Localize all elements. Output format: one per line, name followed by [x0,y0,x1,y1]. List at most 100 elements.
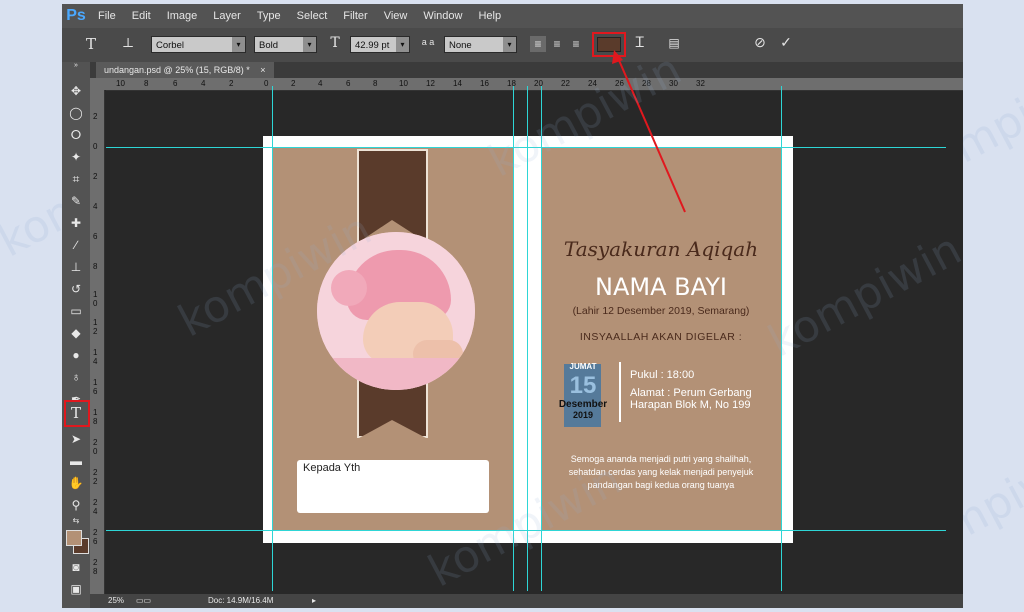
brush-tool-icon[interactable]: ∕ [66,236,86,254]
menu-filter[interactable]: Filter [335,10,375,22]
font-size-select[interactable]: 42.99 pt ▾ [350,36,410,53]
cancel-icon[interactable]: ⊘ [752,34,768,51]
align-right-icon[interactable]: ≡ [568,36,584,52]
prayer-line-3[interactable]: pandangan bagi kedua orang tuanya [541,480,781,490]
dodge-tool-icon[interactable]: ♁ [66,368,86,386]
guide-vertical[interactable] [541,86,542,591]
history-brush-icon[interactable]: ↺ [66,280,86,298]
antialias-value: None [449,40,472,51]
recipient-box[interactable]: Kepada Yth [297,460,489,513]
announce-text[interactable]: INSYAALLAH AKAN DIGELAR : [541,331,781,343]
options-bar: T ⊥ Corbel ▾ Bold ▾ T 42.99 pt ▾ a a Non… [62,28,963,63]
screen-mode-icon[interactable]: ▣ [66,580,86,598]
close-icon[interactable]: × [260,65,265,75]
menu-view[interactable]: View [376,10,416,22]
lasso-tool-icon[interactable]: ⵔ [66,126,86,144]
antialias-icon: a a [421,37,435,47]
text-color-swatch[interactable] [597,37,621,52]
baby-name[interactable]: NAMA BAYI [541,273,781,301]
doc-size: Doc: 14.9M/16.4M [208,596,274,605]
healing-brush-icon[interactable]: ✚ [66,214,86,232]
type-tool-icon[interactable]: T [66,404,86,422]
path-selection-icon[interactable]: ➤ [66,430,86,448]
guide-vertical[interactable] [527,86,528,591]
recipient-label: Kepada Yth [303,462,361,474]
title-script[interactable]: Tasyakuran Aqiqah [541,237,781,261]
guide-horizontal[interactable] [106,147,946,148]
ruler-tick-label: 28 [642,79,651,88]
date-number[interactable]: 15 [558,372,608,400]
guide-horizontal[interactable] [106,530,946,531]
foreground-color-swatch[interactable] [66,530,82,546]
ruler-tick-label: 1 6 [93,378,98,396]
ruler-tick-label: 10 [116,79,125,88]
event-address-1[interactable]: Alamat : Perum Gerbang [630,387,752,399]
date-day[interactable]: JUMAT [558,362,608,371]
ruler-tick-label: 26 [615,79,624,88]
prayer-line-2[interactable]: sehatdan cerdas yang kelak menjadi penye… [541,467,781,477]
blur-tool-icon[interactable]: ● [66,346,86,364]
ruler-tick-label: 4 [318,79,323,88]
menu-edit[interactable]: Edit [124,10,159,22]
eyedropper-icon[interactable]: ✎ [66,192,86,210]
guide-vertical[interactable] [513,86,514,591]
character-panel-icon[interactable]: ▤ [666,36,682,50]
prayer-line-1[interactable]: Semoga ananda menjadi putri yang shaliha… [541,454,781,464]
menu-help[interactable]: Help [470,10,509,22]
event-time[interactable]: Pukul : 18:00 [630,369,694,381]
font-style-select[interactable]: Bold ▾ [254,36,317,53]
warp-text-icon[interactable]: Ꮖ [632,34,648,51]
status-bar: 25% ▭▭ Doc: 14.9M/16.4M ▸ [90,594,963,608]
zoom-tool-icon[interactable]: ⚲ [66,496,86,514]
zoom-level[interactable]: 25% [108,594,124,608]
menu-bar: Ps File Edit Image Layer Type Select Fil… [62,4,963,28]
baby-photo [317,232,475,390]
date-month[interactable]: Desember [553,399,613,410]
status-icon: ▭▭ [136,596,152,605]
align-center-icon[interactable]: ≡ [549,36,565,52]
birth-info[interactable]: (Lahir 12 Desember 2019, Semarang) [541,305,781,317]
antialias-select[interactable]: None ▾ [444,36,517,53]
ruler-tick-label: 6 [173,79,178,88]
commit-check-icon[interactable]: ✓ [778,34,794,51]
menu-window[interactable]: Window [415,10,470,22]
menu-type[interactable]: Type [249,10,289,22]
ruler-tick-label: 24 [588,79,597,88]
hand-tool-icon[interactable]: ✋ [66,474,86,492]
tools-panel: » ✥ ◯ ⵔ ✦ ⌗ ✎ ✚ ∕ ⊥ ↺ ▭ ◆ ● ♁ ✒ T ➤ ▬ ✋ … [62,62,90,608]
crop-tool-icon[interactable]: ⌗ [66,170,86,188]
swap-colors-icon[interactable]: ⇆ [66,516,86,526]
horizontal-ruler[interactable]: 10 8 6 4 2 0 2 4 6 8 10 12 14 16 18 20 2… [106,78,963,91]
ruler-tick-label: 10 [399,79,408,88]
guide-vertical[interactable] [781,86,782,591]
align-left-icon[interactable]: ≡ [530,36,546,52]
type-tool-preset-icon[interactable]: T [80,35,102,53]
rectangle-tool-icon[interactable]: ▬ [66,452,86,470]
event-address-2[interactable]: Harapan Blok M, No 199 [630,399,750,411]
orientation-toggle-icon[interactable]: ⊥ [120,36,136,51]
ruler-tick-label: 4 [93,202,98,211]
ruler-tick-label: 4 [201,79,206,88]
ruler-tick-label: 18 [507,79,516,88]
move-tool-icon[interactable]: ✥ [66,82,86,100]
document-tab[interactable]: undangan.psd @ 25% (15, RGB/8) * × [96,62,274,78]
magic-wand-icon[interactable]: ✦ [66,148,86,166]
clone-stamp-icon[interactable]: ⊥ [66,258,86,276]
vertical-ruler[interactable]: 2 0 2 4 6 8 1 0 1 2 1 4 1 6 1 8 2 0 2 2 … [90,90,105,595]
guide-vertical[interactable] [272,86,273,591]
ruler-tick-label: 30 [669,79,678,88]
menu-select[interactable]: Select [289,10,336,22]
menu-image[interactable]: Image [159,10,206,22]
quick-mask-icon[interactable]: ◙ [66,558,86,576]
marquee-tool-icon[interactable]: ◯ [66,104,86,122]
eraser-tool-icon[interactable]: ▭ [66,302,86,320]
menu-file[interactable]: File [90,10,124,22]
paint-bucket-icon[interactable]: ◆ [66,324,86,342]
font-family-select[interactable]: Corbel ▾ [151,36,246,53]
ruler-tick-label: 2 6 [93,528,98,546]
status-menu-arrow-icon[interactable]: ▸ [312,594,316,608]
menu-layer[interactable]: Layer [205,10,249,22]
ruler-tick-label: 2 0 [93,438,98,456]
date-year[interactable]: 2019 [558,410,608,420]
panel-collapse-icon[interactable]: » [66,62,86,70]
